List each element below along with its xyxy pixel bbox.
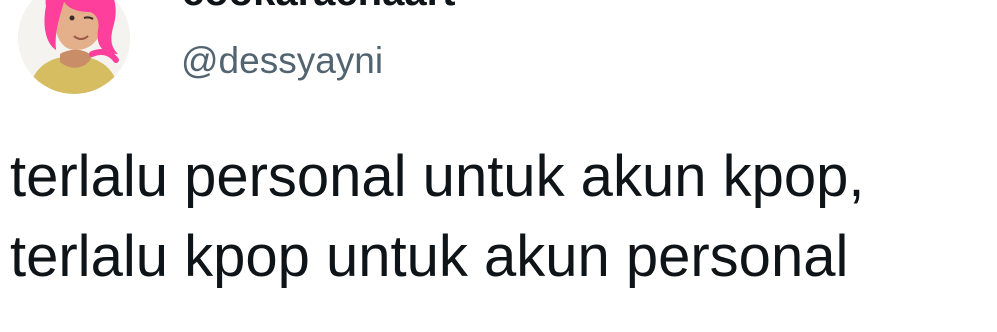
author-display-name[interactable]: cookaracnaart	[182, 0, 455, 12]
user-avatar-icon[interactable]	[18, 0, 130, 94]
tweet-card: cookaracnaart @dessyayni terlalu persona…	[0, 0, 997, 332]
tweet-text: terlalu personal untuk akun kpop, terlal…	[10, 144, 865, 289]
author-handle[interactable]: @dessyayni	[181, 40, 383, 82]
